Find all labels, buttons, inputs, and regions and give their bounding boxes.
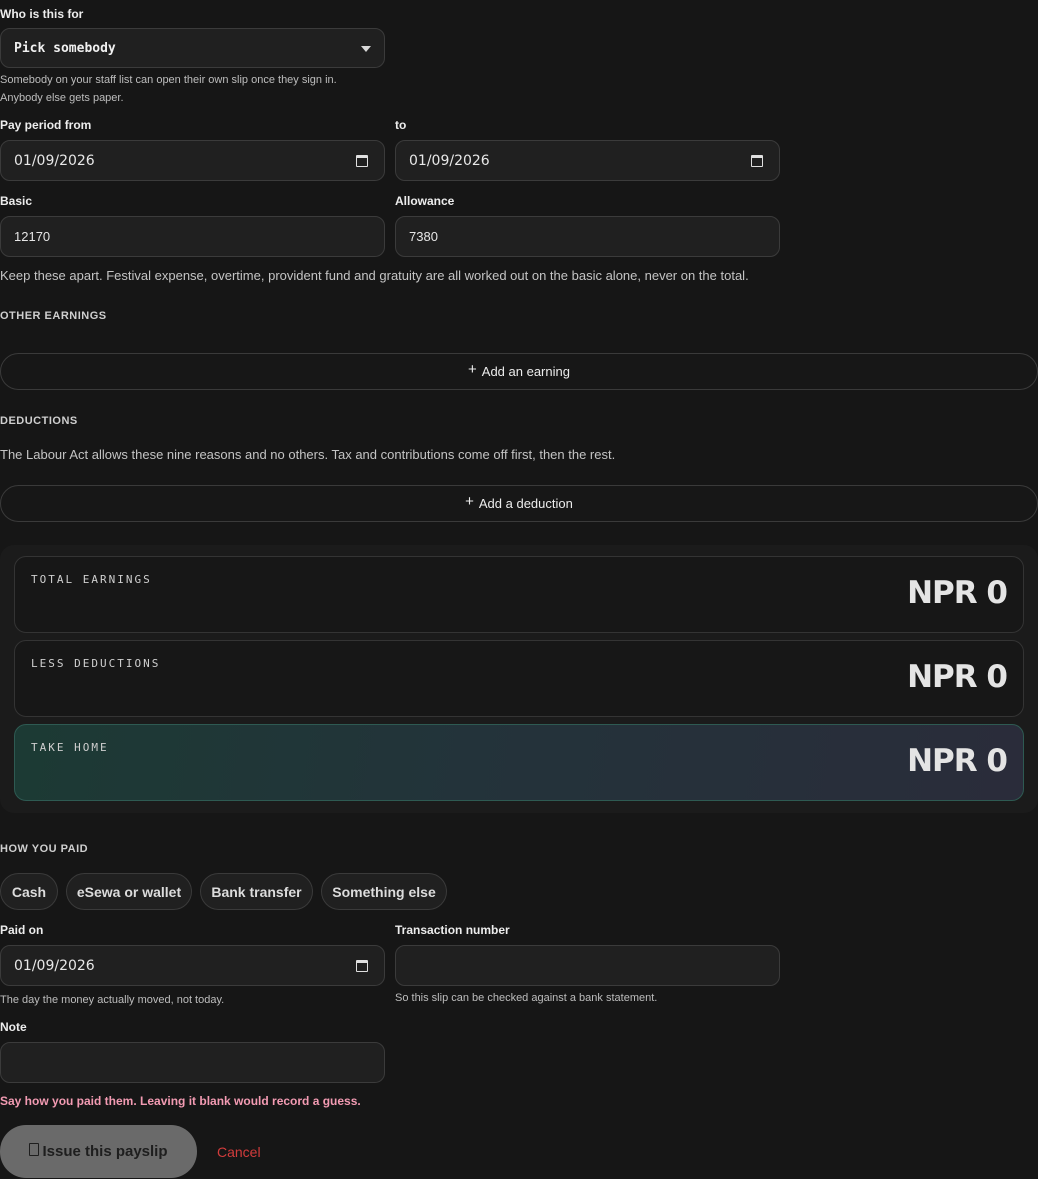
take-home-label: TAKE HOME bbox=[31, 741, 109, 754]
take-home-value: NPR 0 bbox=[907, 743, 1008, 779]
issue-payslip-label: Issue this payslip bbox=[42, 1143, 168, 1160]
chevron-down-icon bbox=[361, 46, 371, 52]
recipient-hint-2: Anybody else gets paper. bbox=[0, 92, 124, 104]
recipient-hint-1: Somebody on your staff list can open the… bbox=[0, 74, 337, 86]
calendar-icon[interactable] bbox=[356, 155, 368, 167]
calendar-icon[interactable] bbox=[356, 960, 368, 972]
payment-method-esewa[interactable]: eSewa or wallet bbox=[66, 873, 192, 910]
calendar-icon[interactable] bbox=[751, 155, 763, 167]
total-earnings-value: NPR 0 bbox=[907, 575, 1008, 611]
cancel-link[interactable]: Cancel bbox=[217, 1144, 261, 1160]
period-from-input[interactable]: 01/09/2026 bbox=[0, 140, 385, 181]
recipient-select-value: Pick somebody bbox=[14, 40, 116, 56]
pay-hint: Keep these apart. Festival expense, over… bbox=[0, 268, 749, 283]
payment-method-other[interactable]: Something else bbox=[321, 873, 447, 910]
payment-method-cash[interactable]: Cash bbox=[0, 873, 58, 910]
paid-on-input[interactable]: 01/09/2026 bbox=[0, 945, 385, 986]
allowance-label: Allowance bbox=[395, 194, 455, 208]
recipient-label: Who is this for bbox=[0, 7, 84, 21]
less-deductions-label: LESS DEDUCTIONS bbox=[31, 657, 161, 670]
period-to-value: 01/09/2026 bbox=[409, 152, 490, 169]
add-deduction-label: Add a deduction bbox=[478, 496, 573, 511]
period-from-label: Pay period from bbox=[0, 118, 92, 132]
paid-on-hint: The day the money actually moved, not to… bbox=[0, 994, 225, 1006]
note-input[interactable] bbox=[0, 1042, 385, 1083]
document-icon bbox=[29, 1143, 40, 1156]
plus-icon: + bbox=[468, 361, 477, 378]
payment-error: Say how you paid them. Leaving it blank … bbox=[0, 1094, 361, 1108]
less-deductions-card: LESS DEDUCTIONS NPR 0 bbox=[14, 640, 1024, 717]
less-deductions-value: NPR 0 bbox=[907, 659, 1008, 695]
basic-value: 12170 bbox=[14, 229, 51, 244]
basic-input[interactable]: 12170 bbox=[0, 216, 385, 257]
txn-hint: So this slip can be checked against a ba… bbox=[395, 992, 658, 1004]
issue-payslip-button[interactable]: Issue this payslip bbox=[0, 1125, 197, 1178]
basic-label: Basic bbox=[0, 194, 33, 208]
add-deduction-button[interactable]: + Add a deduction bbox=[0, 485, 1038, 522]
deductions-heading: DEDUCTIONS bbox=[0, 415, 78, 427]
add-earning-button[interactable]: + Add an earning bbox=[0, 353, 1038, 390]
payment-heading: HOW YOU PAID bbox=[0, 843, 89, 855]
add-earning-label: Add an earning bbox=[481, 364, 570, 379]
paid-on-label: Paid on bbox=[0, 923, 44, 937]
transaction-number-input[interactable] bbox=[395, 945, 780, 986]
total-earnings-label: TOTAL EARNINGS bbox=[31, 573, 152, 586]
txn-label: Transaction number bbox=[395, 923, 510, 937]
period-to-input[interactable]: 01/09/2026 bbox=[395, 140, 780, 181]
plus-icon: + bbox=[465, 493, 474, 510]
note-label: Note bbox=[0, 1020, 27, 1034]
deductions-hint: The Labour Act allows these nine reasons… bbox=[0, 447, 616, 462]
period-to-label: to bbox=[395, 118, 407, 132]
take-home-card: TAKE HOME NPR 0 bbox=[14, 724, 1024, 801]
recipient-select[interactable]: Pick somebody bbox=[0, 28, 385, 68]
allowance-input[interactable]: 7380 bbox=[395, 216, 780, 257]
total-earnings-card: TOTAL EARNINGS NPR 0 bbox=[14, 556, 1024, 633]
payment-method-bank[interactable]: Bank transfer bbox=[200, 873, 313, 910]
allowance-value: 7380 bbox=[409, 229, 438, 244]
paid-on-value: 01/09/2026 bbox=[14, 957, 95, 974]
earnings-heading: OTHER EARNINGS bbox=[0, 310, 107, 322]
period-from-value: 01/09/2026 bbox=[14, 152, 95, 169]
